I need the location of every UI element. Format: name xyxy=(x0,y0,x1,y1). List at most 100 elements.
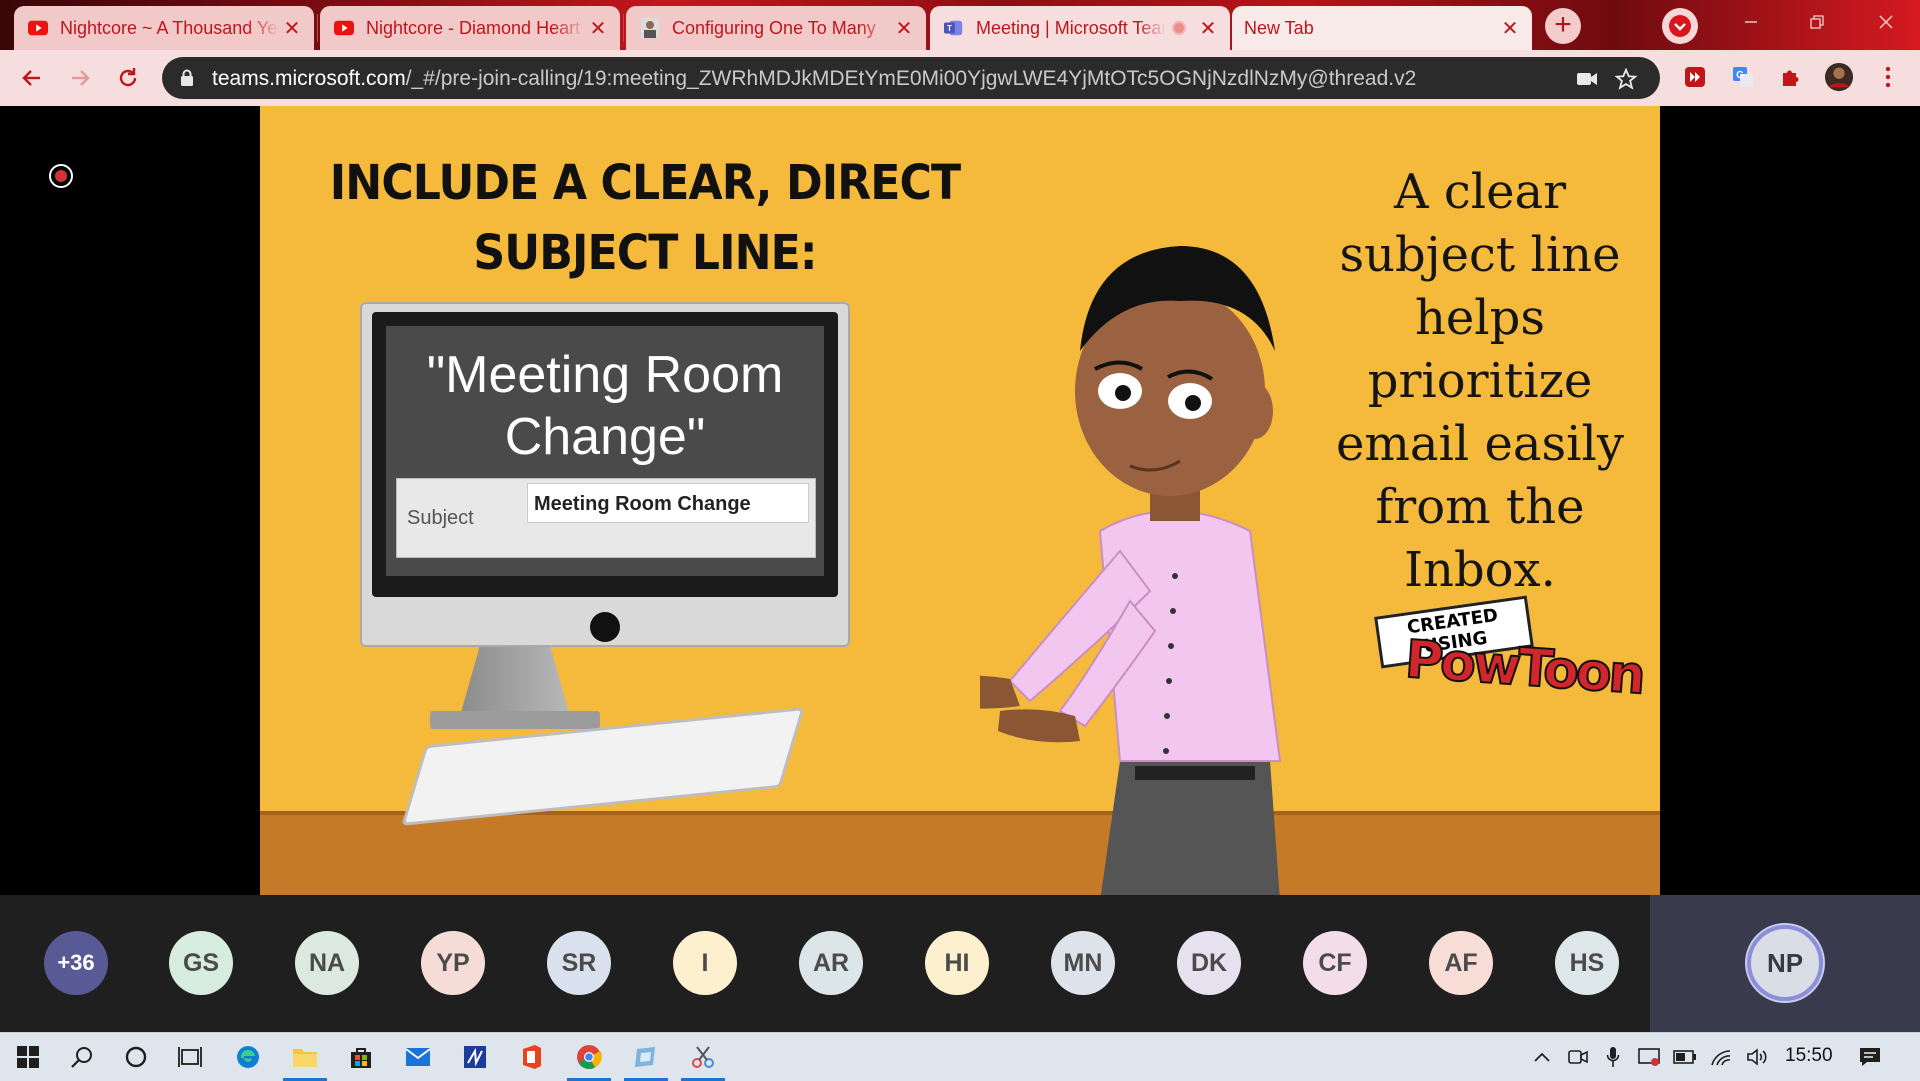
tab-close-icon[interactable]: ✕ xyxy=(1498,16,1522,41)
participants-bar: +36 GS NA YP SR I AR HI MN DK CF AF HS N… xyxy=(0,895,1920,1032)
participant-avatar[interactable]: HI xyxy=(925,931,989,995)
cortana-ring-icon xyxy=(125,1046,147,1068)
side-text-line: helps xyxy=(1414,290,1546,346)
monitor-logo-dot xyxy=(590,612,620,642)
url-path: /_#/pre-join-calling/19:meeting_ZWRhMDJk… xyxy=(405,67,1417,90)
participant-avatar[interactable]: AF xyxy=(1429,931,1493,995)
participant-avatar[interactable]: AR xyxy=(799,931,863,995)
tray-screen-share[interactable] xyxy=(1636,1045,1662,1069)
taskbar-office[interactable] xyxy=(504,1033,560,1081)
tab-new-tab[interactable]: New Tab ✕ xyxy=(1232,6,1532,50)
new-tab-button[interactable]: + xyxy=(1545,8,1581,44)
code-editor-icon xyxy=(464,1046,486,1068)
camera-in-use-icon[interactable] xyxy=(1575,67,1599,91)
window-app-icon xyxy=(635,1047,655,1067)
side-text-line: A clear xyxy=(1393,164,1567,220)
tab-meeting-microsoft-teams[interactable]: T Meeting | Microsoft Teams ✕ xyxy=(930,6,1230,50)
tab-close-icon[interactable]: ✕ xyxy=(1196,16,1220,41)
participant-avatar[interactable]: I xyxy=(673,931,737,995)
svg-text:T: T xyxy=(947,24,952,33)
side-text-line: from the xyxy=(1375,479,1585,535)
monitor-stand xyxy=(460,646,570,716)
browser-menu-icon[interactable] xyxy=(1873,62,1903,92)
speaker-icon xyxy=(1747,1048,1767,1066)
battery-icon xyxy=(1673,1050,1696,1064)
close-window-button[interactable] xyxy=(1855,0,1917,44)
participant-avatar[interactable]: DK xyxy=(1177,931,1241,995)
taskbar-app-blue[interactable] xyxy=(618,1033,674,1081)
task-view-button[interactable] xyxy=(162,1033,218,1081)
recording-dot-icon xyxy=(1172,21,1186,35)
participant-avatar[interactable]: CF xyxy=(1303,931,1367,995)
windows-taskbar: 15:50 xyxy=(0,1032,1920,1081)
profile-avatar-icon[interactable] xyxy=(1824,62,1854,92)
participant-avatar[interactable]: HS xyxy=(1555,931,1619,995)
taskbar-store[interactable] xyxy=(333,1033,389,1081)
office-icon xyxy=(523,1045,541,1069)
taskbar-edge[interactable] xyxy=(220,1033,276,1081)
participant-avatar[interactable]: YP xyxy=(421,931,485,995)
restore-icon xyxy=(1810,15,1824,29)
participant-avatar[interactable]: GS xyxy=(169,931,233,995)
subject-field: Meeting Room Change xyxy=(527,483,809,523)
taskbar-chrome[interactable] xyxy=(561,1033,617,1081)
restore-button[interactable] xyxy=(1786,0,1848,44)
forward-button[interactable] xyxy=(64,62,96,94)
participant-avatar[interactable]: SR xyxy=(547,931,611,995)
tab-close-icon[interactable]: ✕ xyxy=(280,16,304,41)
tray-wifi[interactable] xyxy=(1708,1045,1734,1069)
taskbar-clock[interactable]: 15:50 xyxy=(1785,1045,1833,1067)
shared-slide: Include a clear, direct subject line: "M… xyxy=(260,106,1660,895)
microphone-icon xyxy=(1606,1047,1620,1067)
address-bar[interactable]: teams.microsoft.com/_#/pre-join-calling/… xyxy=(162,57,1660,99)
tab-title: Meeting | Microsoft Teams xyxy=(976,17,1166,38)
tab-nightcore-a-thousand-years[interactable]: Nightcore ~ A Thousand Years ✕ xyxy=(14,6,314,50)
search-button[interactable] xyxy=(54,1033,110,1081)
participant-avatar[interactable]: MN xyxy=(1051,931,1115,995)
minimize-button[interactable] xyxy=(1720,0,1782,44)
tab-close-icon[interactable]: ✕ xyxy=(892,16,916,41)
recording-indicator-icon xyxy=(49,164,73,188)
taskbar-snipping-tool[interactable] xyxy=(675,1033,731,1081)
show-hidden-icons-button[interactable] xyxy=(1529,1045,1555,1069)
self-avatar[interactable]: NP xyxy=(1747,925,1823,1001)
more-participants-button[interactable]: +36 xyxy=(44,931,108,995)
reload-button[interactable] xyxy=(112,62,144,94)
bookmark-star-icon[interactable] xyxy=(1614,67,1638,91)
side-text-line: Inbox. xyxy=(1404,542,1556,598)
action-center-button[interactable] xyxy=(1857,1045,1883,1069)
tray-meet-now[interactable] xyxy=(1565,1045,1591,1069)
self-video-tile[interactable]: NP xyxy=(1650,895,1920,1032)
tab-configuring-one-to-many[interactable]: Configuring One To Many ✕ xyxy=(626,6,926,50)
google-translate-icon[interactable]: G xyxy=(1728,62,1758,92)
arrow-left-icon xyxy=(22,70,40,86)
teams-icon: T xyxy=(944,18,964,38)
browser-toolbar: teams.microsoft.com/_#/pre-join-calling/… xyxy=(0,50,1920,107)
tab-close-icon[interactable]: ✕ xyxy=(586,16,610,41)
extensions-puzzle-icon[interactable] xyxy=(1776,62,1806,92)
taskbar-mail[interactable] xyxy=(390,1033,446,1081)
url-text[interactable]: teams.microsoft.com/_#/pre-join-calling/… xyxy=(212,67,1416,91)
edge-icon xyxy=(237,1046,259,1068)
url-host: teams.microsoft.com xyxy=(212,67,406,90)
extension-player-icon[interactable] xyxy=(1680,62,1710,92)
profile-menu-button[interactable] xyxy=(1662,8,1698,44)
tab-nightcore-diamond-heart[interactable]: Nightcore - Diamond Heart ✕ xyxy=(320,6,620,50)
side-text-line: subject line xyxy=(1339,227,1621,283)
email-subject-quote-line: "Meeting Room xyxy=(426,346,784,404)
start-button[interactable] xyxy=(0,1033,56,1081)
email-subject-quote: "Meeting Room Change" xyxy=(386,344,824,468)
monitor-illustration: "Meeting Room Change" Subject Meeting Ro… xyxy=(360,302,850,647)
tray-volume[interactable] xyxy=(1744,1045,1770,1069)
monitor-stand-base xyxy=(430,711,600,729)
taskbar-visual-studio[interactable] xyxy=(447,1033,503,1081)
cortana-button[interactable] xyxy=(108,1033,164,1081)
tray-microphone[interactable] xyxy=(1600,1045,1626,1069)
back-button[interactable] xyxy=(16,62,48,94)
taskbar-file-explorer[interactable] xyxy=(277,1033,333,1081)
tray-battery[interactable] xyxy=(1672,1045,1698,1069)
participant-avatar[interactable]: NA xyxy=(295,931,359,995)
webcam-tray-icon xyxy=(1568,1050,1588,1064)
chrome-icon xyxy=(577,1045,602,1070)
monitor-screen: "Meeting Room Change" Subject Meeting Ro… xyxy=(372,312,838,597)
